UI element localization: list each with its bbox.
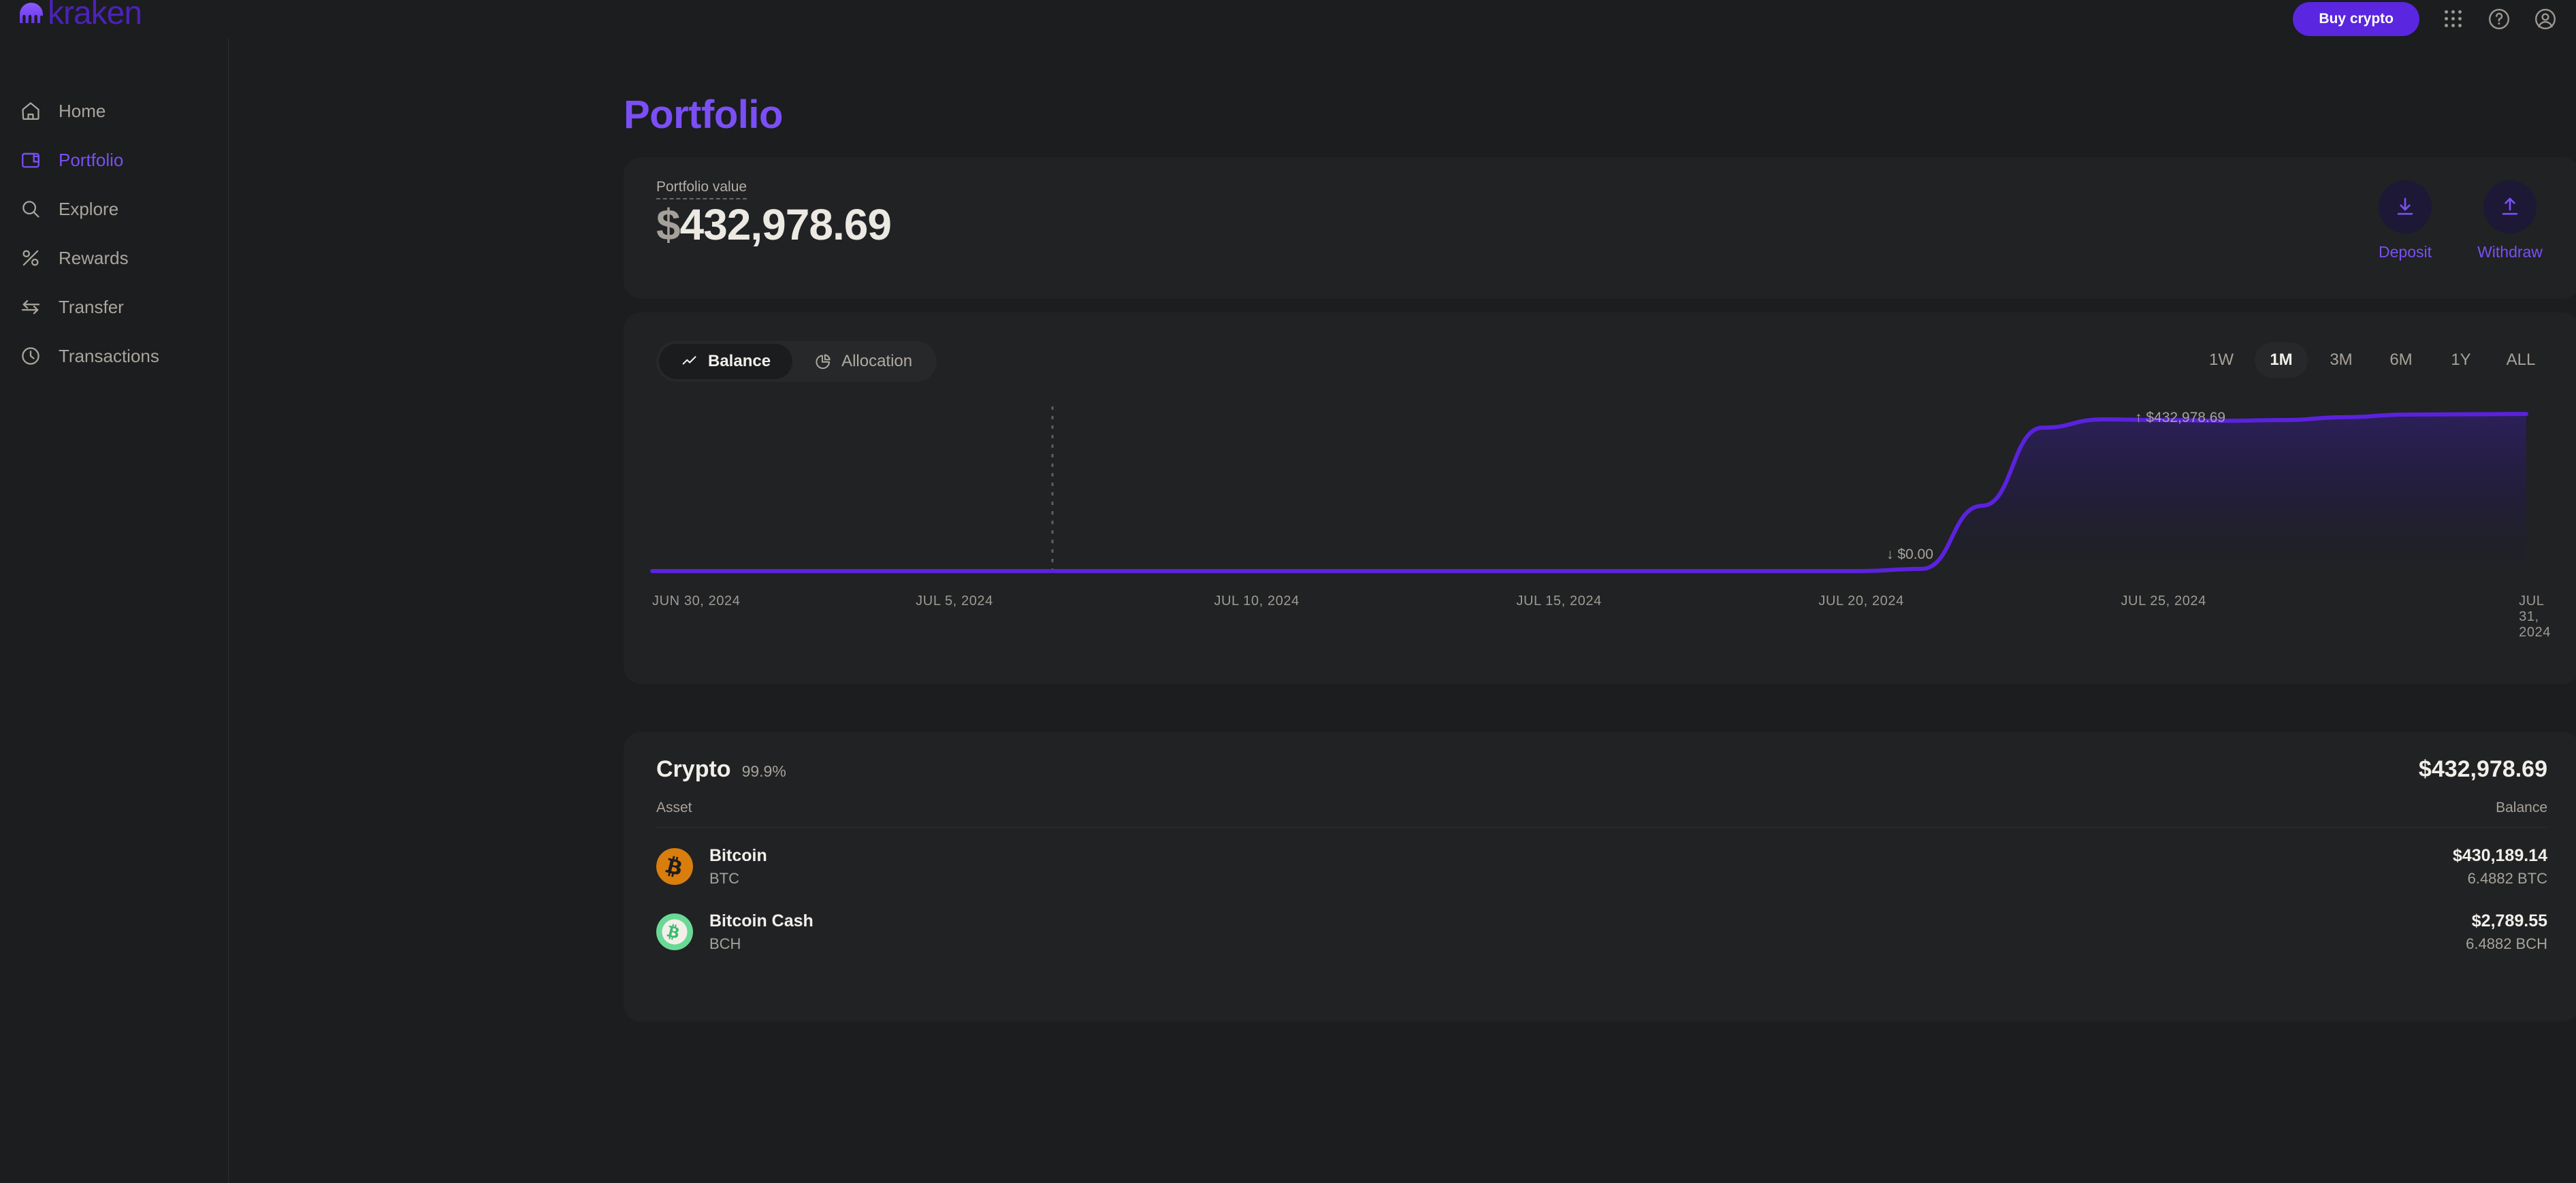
- asset-quantity: 6.4882 BTC: [2467, 869, 2547, 887]
- x-axis-tick-label: JUN 30, 2024: [652, 594, 741, 609]
- deposit-button[interactable]: Deposit: [2368, 180, 2443, 261]
- x-axis-tick-label: JUL 15, 2024: [1516, 594, 1602, 609]
- table-row[interactable]: Bitcoin Cash BCH $2,789.55 6.4882 BCH: [656, 899, 2547, 965]
- sidebar-item-home[interactable]: Home: [0, 86, 228, 135]
- sidebar-item-portfolio[interactable]: Portfolio: [0, 135, 228, 184]
- grid-apps-icon[interactable]: [2440, 6, 2466, 32]
- user-account-icon[interactable]: [2532, 6, 2558, 32]
- portfolio-value-label: Portfolio value: [656, 179, 747, 199]
- sidebar-item-label: Transactions: [59, 346, 159, 366]
- arrow-up-from-line-icon: [2502, 197, 2518, 215]
- assets-group-total: $432,978.69: [2418, 756, 2547, 782]
- asset-name: Bitcoin: [709, 845, 767, 865]
- balance-chart-card: Balance Allocation 1W 1M 3M 6M 1Y ALL ↑ …: [624, 312, 2576, 684]
- kraken-mark-icon: [20, 3, 43, 23]
- search-icon: [17, 195, 44, 223]
- withdraw-button[interactable]: Withdraw: [2473, 180, 2547, 261]
- sidebar-item-label: Rewards: [59, 248, 129, 268]
- percent-icon: [17, 244, 44, 272]
- sidebar-item-label: Transfer: [59, 297, 124, 317]
- assets-column-headers: Asset Balance: [656, 800, 2547, 828]
- x-axis-tick-label: JUL 20, 2024: [1818, 594, 1904, 609]
- asset-quantity: 6.4882 BCH: [2466, 935, 2547, 952]
- range-1y[interactable]: 1Y: [2434, 342, 2488, 378]
- chart-area-fill: [652, 414, 2526, 571]
- asset-name: Bitcoin Cash: [709, 911, 814, 930]
- sidebar-item-transfer[interactable]: Transfer: [0, 282, 228, 331]
- x-axis-tick-label: JUL 31, 2024: [2519, 594, 2551, 640]
- home-icon: [17, 97, 44, 125]
- x-axis-tick-label: JUL 5, 2024: [916, 594, 993, 609]
- chart-plot: [650, 406, 2528, 573]
- portfolio-value-card: Portfolio value $432,978.69 Deposit With…: [624, 157, 2576, 299]
- deposit-label: Deposit: [2379, 243, 2432, 261]
- sidebar-item-rewards[interactable]: Rewards: [0, 233, 228, 282]
- kraken-wordmark: kraken: [48, 0, 142, 31]
- asset-symbol: BTC: [709, 869, 739, 887]
- line-chart-icon: [682, 356, 696, 365]
- chart-high-marker: ↑ $432,978.69: [2135, 410, 2226, 425]
- top-bar-actions: Buy crypto: [2293, 0, 2558, 37]
- bitcoin-cash-icon: [656, 913, 693, 950]
- kraken-logo[interactable]: kraken: [18, 0, 142, 31]
- sidebar-item-transactions[interactable]: Transactions: [0, 331, 228, 380]
- account-actions: Deposit Withdraw: [2368, 180, 2547, 261]
- range-3m[interactable]: 3M: [2315, 342, 2368, 378]
- column-header-balance: Balance: [2496, 800, 2547, 815]
- range-1w[interactable]: 1W: [2195, 342, 2248, 378]
- sidebar-item-label: Home: [59, 101, 106, 121]
- column-header-asset: Asset: [656, 800, 692, 815]
- time-range-selector: 1W 1M 3M 6M 1Y ALL: [2195, 342, 2547, 378]
- range-1m[interactable]: 1M: [2255, 342, 2308, 378]
- transfer-arrows-icon: [17, 293, 44, 321]
- balance-chart[interactable]: ↑ $432,978.69 ↓ $0.00 JUN 30, 2024 JUL 5,…: [624, 393, 2576, 685]
- range-all[interactable]: ALL: [2494, 342, 2547, 378]
- tab-balance-label: Balance: [708, 352, 771, 370]
- deposit-icon-circle: [2379, 180, 2432, 233]
- x-axis-tick-label: JUL 25, 2024: [2121, 594, 2206, 609]
- portfolio-value-number: 432,978.69: [679, 200, 892, 249]
- buy-crypto-button[interactable]: Buy crypto: [2293, 1, 2419, 36]
- chart-x-axis: JUN 30, 2024 JUL 5, 2024 JUL 10, 2024 JUL 1…: [624, 594, 2576, 640]
- sidebar-item-label: Portfolio: [59, 150, 124, 170]
- assets-group-title: Crypto: [656, 756, 731, 782]
- tab-allocation-label: Allocation: [841, 352, 913, 370]
- range-6m[interactable]: 6M: [2374, 342, 2428, 378]
- arrow-down-to-line-icon: [2397, 197, 2413, 215]
- main-content: Portfolio Portfolio value $432,978.69 De…: [229, 37, 2576, 1183]
- chart-view-tabs: Balance Allocation: [656, 341, 937, 382]
- wallet-icon: [17, 146, 44, 174]
- chart-low-marker: ↓ $0.00: [1886, 547, 1933, 562]
- currency-symbol: $: [656, 200, 681, 249]
- page-title: Portfolio: [624, 93, 783, 137]
- sidebar-item-explore[interactable]: Explore: [0, 184, 228, 233]
- clock-icon: [17, 342, 44, 370]
- asset-symbol: BCH: [709, 935, 741, 952]
- assets-header: Crypto 99.9% $432,978.69: [656, 756, 2547, 783]
- assets-card: Crypto 99.9% $432,978.69 Asset Balance B…: [624, 732, 2576, 1022]
- sidebar: Home Portfolio Explore Rewards Transfer …: [0, 37, 229, 1183]
- assets-list: Bitcoin BTC $430,189.14 6.4882 BTC Bitco…: [656, 834, 2547, 965]
- bitcoin-icon: [656, 848, 693, 885]
- x-axis-tick-label: JUL 10, 2024: [1214, 594, 1300, 609]
- portfolio-value-amount: $432,978.69: [656, 199, 892, 250]
- withdraw-label: Withdraw: [2477, 243, 2543, 261]
- assets-group-percent: 99.9%: [741, 762, 786, 780]
- sidebar-item-label: Explore: [59, 199, 119, 219]
- tab-allocation[interactable]: Allocation: [792, 344, 934, 379]
- top-bar: kraken Buy crypto: [0, 0, 2576, 37]
- asset-fiat-balance: $430,189.14: [2452, 845, 2547, 865]
- withdraw-icon-circle: [2483, 180, 2537, 233]
- table-row[interactable]: Bitcoin BTC $430,189.14 6.4882 BTC: [656, 834, 2547, 899]
- help-circle-icon[interactable]: [2486, 6, 2512, 32]
- pie-chart-icon: [816, 354, 831, 369]
- asset-fiat-balance: $2,789.55: [2471, 911, 2547, 930]
- tab-balance[interactable]: Balance: [659, 344, 793, 379]
